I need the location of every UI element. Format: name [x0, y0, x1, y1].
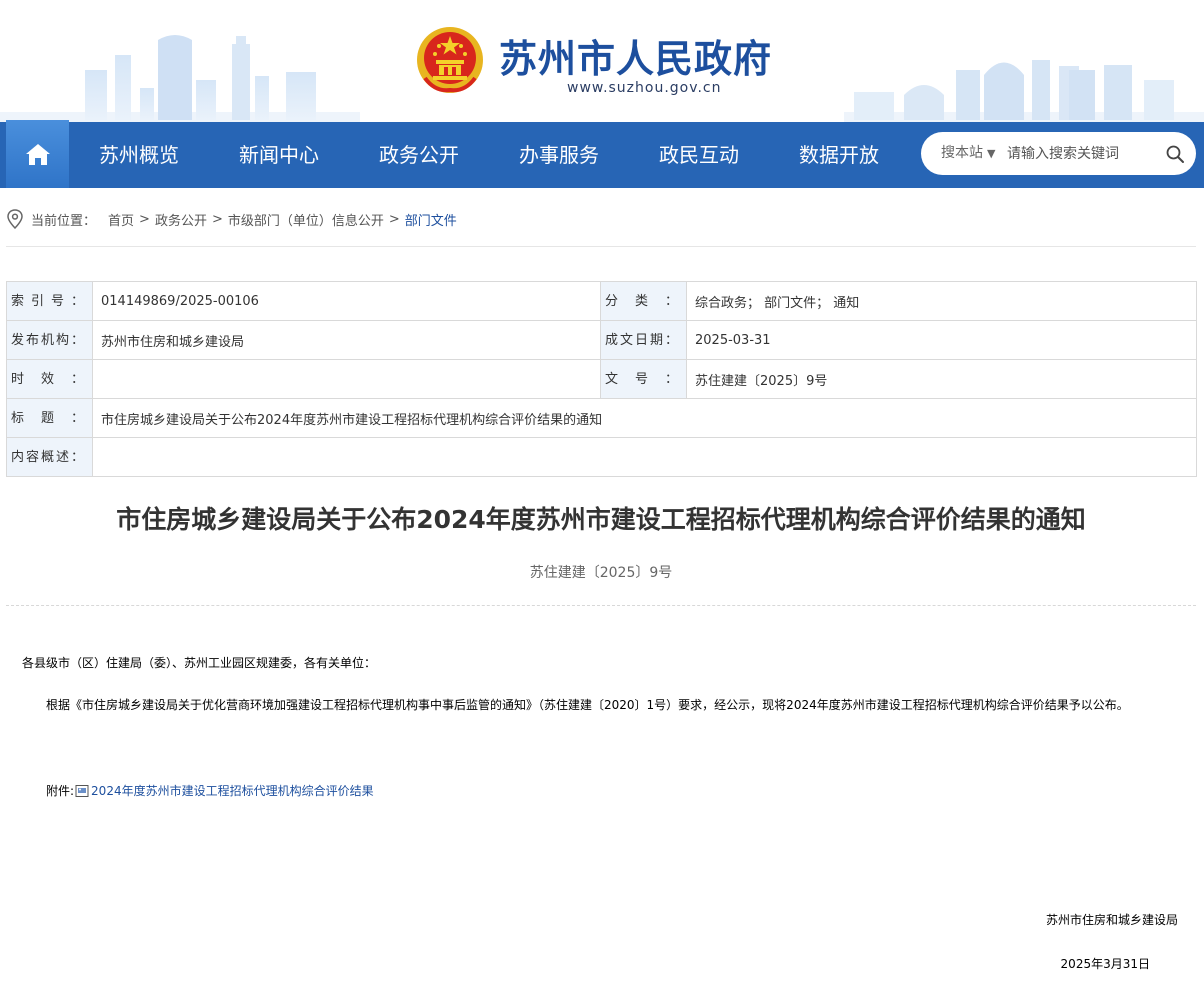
table-row: 发布机构： 苏州市住房和城乡建设局 成文日期： 2025-03-31 [6, 320, 1197, 360]
validity-label: 时效： [6, 359, 93, 399]
category-label: 分类： [600, 281, 687, 321]
divider [6, 605, 1196, 606]
home-icon [25, 144, 50, 165]
attachment-prefix: 附件: [46, 784, 75, 798]
table-row: 时效： 文号： 苏住建建〔2025〕9号 [6, 359, 1197, 399]
nav-item-gov-affairs[interactable]: 政务公开 [349, 122, 489, 188]
caret-down-icon: ▼ [987, 147, 996, 160]
image-file-icon [75, 784, 89, 797]
site-header: 苏州市人民政府 www.suzhou.gov.cn [0, 0, 1204, 122]
attachment: 附件: 2024年度苏州市建设工程招标代理机构综合评价结果 [46, 782, 374, 799]
title-value: 市住房城乡建设局关于公布2024年度苏州市建设工程招标代理机构综合评价结果的通知 [92, 398, 1197, 438]
breadcrumb: 当前位置： 首页 > 政务公开 > 市级部门（单位）信息公开 > 部门文件 [6, 206, 1196, 232]
summary-value [92, 437, 1197, 477]
article-doc-number: 苏住建建〔2025〕9号 [529, 565, 673, 581]
table-row: 内容概述： [6, 437, 1197, 477]
search-scope-label: 搜本站 [941, 145, 983, 161]
article-title: 市住房城乡建设局关于公布2024年度苏州市建设工程招标代理机构综合评价结果的通知 [116, 505, 1086, 534]
breadcrumb-gov-affairs[interactable]: 政务公开 [155, 210, 207, 229]
signature-organization: 苏州市住房和城乡建设局 [1045, 913, 1178, 927]
nav-item-interaction[interactable]: 政民互动 [629, 122, 769, 188]
city-skyline-left-icon [0, 35, 360, 122]
search-icon[interactable] [1165, 144, 1185, 164]
nav-item-services[interactable]: 办事服务 [489, 122, 629, 188]
breadcrumb-separator: > [139, 211, 150, 227]
national-emblem-icon [417, 27, 483, 93]
nav-item-open-data[interactable]: 数据开放 [769, 122, 909, 188]
location-pin-icon [7, 209, 23, 229]
nav-home-button[interactable] [6, 120, 69, 188]
signature-date: 2025年3月31日 [1060, 957, 1150, 971]
doc-number-value: 苏住建建〔2025〕9号 [686, 359, 1197, 399]
article-paragraph: 根据《市住房城乡建设局关于优化营商环境加强建设工程招标代理机构事中事后监管的通知… [46, 698, 1129, 712]
doc-number-label: 文号： [600, 359, 687, 399]
index-value: 014149869/2025-00106 [92, 281, 601, 321]
created-date-value: 2025-03-31 [686, 320, 1197, 360]
main-nav: 苏州概览 新闻中心 政务公开 办事服务 政民互动 数据开放 搜本站 ▼ [0, 120, 1204, 188]
site-name: 苏州市人民政府 [499, 37, 773, 81]
validity-value [92, 359, 601, 399]
site-brand[interactable]: 苏州市人民政府 www.suzhou.gov.cn [415, 24, 795, 104]
created-date-label: 成文日期： [600, 320, 687, 360]
table-row: 索引号： 014149869/2025-00106 分类： 综合政务； 部门文件… [6, 281, 1197, 321]
publisher-value: 苏州市住房和城乡建设局 [92, 320, 601, 360]
breadcrumb-department-files[interactable]: 部门文件 [405, 210, 457, 229]
document-meta-table: 索引号： 014149869/2025-00106 分类： 综合政务； 部门文件… [6, 281, 1197, 477]
divider [6, 246, 1196, 247]
breadcrumb-separator: > [211, 211, 223, 227]
attachment-link[interactable]: 2024年度苏州市建设工程招标代理机构综合评价结果 [91, 782, 374, 799]
search-scope-dropdown[interactable]: 搜本站 ▼ [941, 132, 995, 175]
title-label: 标题： [6, 398, 93, 438]
breadcrumb-separator: > [388, 211, 400, 227]
nav-item-overview[interactable]: 苏州概览 [69, 122, 209, 188]
category-value: 综合政务； 部门文件； 通知 [686, 281, 1197, 321]
nav-items: 苏州概览 新闻中心 政务公开 办事服务 政民互动 数据开放 [69, 122, 909, 188]
summary-label: 内容概述： [6, 437, 93, 477]
search-input[interactable] [1007, 140, 1157, 167]
search-box: 搜本站 ▼ [921, 132, 1196, 175]
article-greeting: 各县级市（区）住建局（委）、苏州工业园区规建委，各有关单位： [22, 656, 377, 670]
index-label: 索引号： [6, 281, 93, 321]
breadcrumb-prefix: 当前位置： [31, 213, 97, 229]
site-domain: www.suzhou.gov.cn [567, 80, 722, 96]
breadcrumb-municipal-departments[interactable]: 市级部门（单位）信息公开 [228, 210, 384, 229]
nav-item-news[interactable]: 新闻中心 [209, 122, 349, 188]
publisher-label: 发布机构： [6, 320, 93, 360]
breadcrumb-home[interactable]: 首页 [108, 210, 134, 229]
table-row: 标题： 市住房城乡建设局关于公布2024年度苏州市建设工程招标代理机构综合评价结… [6, 398, 1197, 438]
city-skyline-right-icon [844, 60, 1204, 122]
